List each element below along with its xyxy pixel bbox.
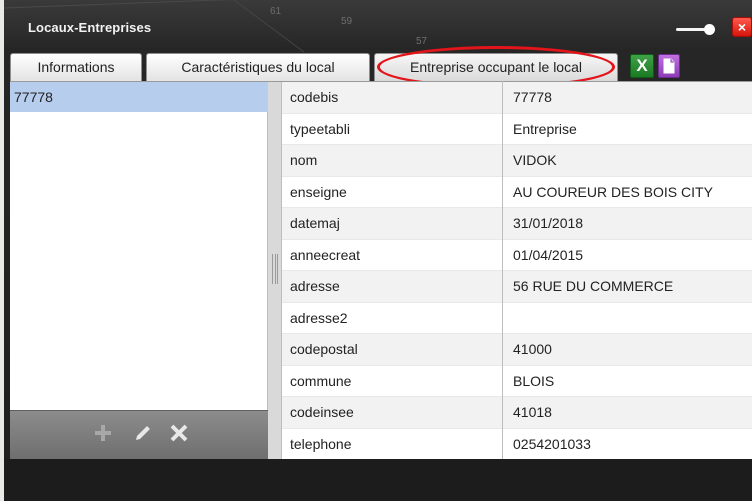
property-name: codeinsee [290, 404, 354, 420]
table-row[interactable]: codebis 77778 [282, 82, 752, 114]
entreprise-list: 77778 [10, 82, 268, 410]
content-area: 77778 codebis 77778 typeetabli Entrepris… [10, 81, 752, 460]
property-value: 41000 [513, 341, 552, 357]
property-value: AU COUREUR DES BOIS CITY [513, 183, 713, 200]
table-row[interactable]: codeinsee 41018 [282, 397, 752, 429]
tab-informations[interactable]: Informations [10, 53, 142, 81]
property-value: VIDOK [513, 152, 557, 168]
property-value: Entreprise [513, 120, 577, 137]
map-label: 59 [341, 16, 353, 27]
property-value: BLOIS [513, 372, 555, 389]
plus-icon [95, 425, 111, 441]
window-title: Locaux-Entreprises [28, 20, 152, 35]
property-name: commune [290, 372, 352, 389]
property-name: codepostal [290, 341, 358, 357]
property-value: 0254201033 [513, 435, 591, 452]
title-bar: Locaux-Entreprises 61 59 57 × [4, 0, 752, 52]
property-name: codebis [290, 89, 339, 105]
tab-entreprise-occupant-le-local[interactable]: Entreprise occupant le local [374, 53, 618, 81]
table-row[interactable]: telephone 0254201033 [282, 428, 752, 460]
property-value: 31/01/2018 [513, 215, 584, 231]
locaux-entreprises-window: Locaux-Entreprises 61 59 57 × Informatio… [4, 0, 752, 501]
list-item[interactable]: 77778 [10, 82, 268, 112]
map-label: 57 [416, 36, 428, 47]
table-row[interactable]: nom VIDOK [282, 145, 752, 177]
property-name: nom [290, 152, 318, 168]
property-name: adresse [290, 278, 340, 294]
property-value [513, 303, 749, 335]
column-divider [502, 81, 503, 459]
property-value: 01/04/2015 [513, 246, 584, 263]
map-label: 61 [270, 6, 282, 17]
property-name: typeetabli [290, 120, 350, 137]
document-icon [663, 58, 675, 74]
table-row[interactable]: commune BLOIS [282, 365, 752, 397]
close-icon [170, 424, 188, 442]
property-value: 77778 [513, 89, 552, 105]
edit-button[interactable] [132, 423, 154, 449]
property-value: 41018 [513, 404, 552, 420]
table-row[interactable]: enseigne AU COUREUR DES BOIS CITY [282, 176, 752, 208]
table-row[interactable]: adresse 56 RUE DU COMMERCE [282, 271, 752, 303]
splitter-grip[interactable] [272, 254, 278, 284]
property-name: telephone [290, 435, 352, 452]
table-row[interactable]: codepostal 41000 [282, 334, 752, 366]
tab-caracteristiques-du-local[interactable]: Caractéristiques du local [146, 53, 370, 81]
bottom-map-area [4, 459, 752, 501]
list-toolbar [10, 410, 268, 460]
delete-button[interactable] [168, 423, 190, 449]
table-row[interactable]: typeetabli Entreprise [282, 113, 752, 145]
property-name: enseigne [290, 183, 347, 200]
property-name: adresse2 [290, 309, 348, 326]
export-excel-button[interactable]: X [630, 54, 654, 78]
property-value: 56 RUE DU COMMERCE [513, 278, 674, 294]
property-name: anneecreat [290, 246, 361, 263]
add-button[interactable] [92, 423, 114, 449]
slider-knob[interactable] [704, 24, 715, 35]
panel-splitter[interactable] [268, 82, 282, 460]
table-row[interactable]: adresse2 [282, 302, 752, 335]
property-name: datemaj [290, 215, 340, 231]
properties-table: codebis 77778 typeetabli Entreprise nom VIDOK… [282, 82, 752, 460]
close-button[interactable]: × [732, 17, 752, 37]
table-row[interactable]: anneecreat 01/04/2015 [282, 239, 752, 271]
table-row[interactable]: datemaj 31/01/2018 [282, 208, 752, 240]
window-opacity-slider[interactable] [676, 24, 716, 35]
export-document-button[interactable] [658, 54, 680, 78]
pencil-icon [136, 426, 150, 440]
